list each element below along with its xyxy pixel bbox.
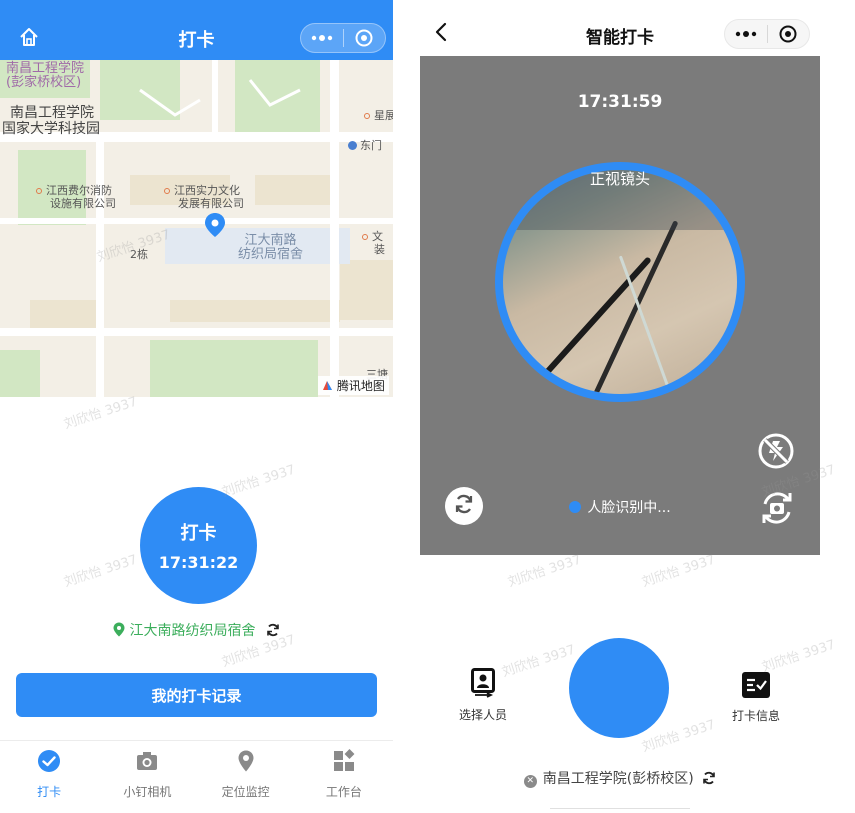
left-screen: 打卡 南昌工程学院 (彭家桥校区) 南昌工程学院 国家大学科技园 江西费尔消防 …: [0, 0, 393, 813]
tab-label: 定位监控: [221, 785, 270, 799]
more-icon[interactable]: [725, 20, 767, 48]
map-label-building: 2栋: [130, 248, 148, 261]
right-screen: 智能打卡 17:31:59 正视镜头 人脸识别中... 选择人员 打卡信息 ✕ …: [420, 0, 820, 813]
select-person-button[interactable]: 选择人员: [438, 668, 528, 723]
right-header: 智能打卡: [420, 0, 820, 56]
checkin-button[interactable]: 打卡 17:31:22: [140, 487, 257, 604]
miniprogram-capsule: [300, 23, 386, 53]
status-dot: [569, 501, 582, 513]
map-label-science-park: 国家大学科技园: [2, 121, 100, 137]
tab-checkin[interactable]: 打卡: [0, 741, 98, 813]
left-header: 打卡: [0, 0, 393, 60]
camera-preview-area: 17:31:59 正视镜头 人脸识别中...: [420, 56, 820, 555]
map-label-school: 南昌工程学院: [10, 105, 94, 121]
checklist-icon: [741, 672, 771, 703]
location-pin-icon: [113, 622, 125, 637]
map-poi-east-gate: 东门: [348, 139, 382, 152]
tab-label: 工作台: [325, 785, 362, 799]
close-target-icon[interactable]: [343, 24, 385, 52]
tab-camera[interactable]: 小钉相机: [98, 741, 196, 813]
map-label-dorm: 江大南路 纺织局宿舍: [238, 233, 304, 262]
checkin-info-label: 打卡信息: [731, 709, 780, 723]
tab-label: 小钉相机: [123, 785, 172, 799]
my-checkin-records-button[interactable]: 我的打卡记录: [16, 673, 377, 717]
tab-workbench[interactable]: 工作台: [295, 741, 393, 813]
flash-off-icon[interactable]: [756, 431, 796, 475]
map-view[interactable]: 南昌工程学院 (彭家桥校区) 南昌工程学院 国家大学科技园 江西费尔消防 设施有…: [0, 60, 393, 397]
more-icon[interactable]: [301, 24, 343, 52]
map-poi-star: 星展: [364, 109, 393, 122]
tab-location-monitor[interactable]: 定位监控: [197, 741, 295, 813]
camera-time: 17:31:59: [577, 92, 663, 112]
workbench-icon: [332, 749, 356, 777]
refresh-location-icon[interactable]: [698, 771, 716, 787]
location-pin-icon: [234, 749, 258, 777]
clear-location-icon[interactable]: ✕: [523, 775, 537, 788]
map-label-school-top: 南昌工程学院 (彭家桥校区): [6, 61, 85, 90]
current-location-pin-icon: [204, 212, 226, 242]
gate-icon: [348, 141, 357, 150]
capture-checkin-button[interactable]: [569, 638, 669, 738]
switch-camera-icon[interactable]: [757, 488, 797, 532]
camera-icon: [135, 749, 159, 777]
current-location: 江大南路纺织局宿舍: [0, 620, 393, 640]
checkin-info-button[interactable]: 打卡信息: [711, 671, 801, 724]
map-poi-fire-company: 江西费尔消防 设施有限公司: [36, 184, 116, 210]
poi-icon: [36, 188, 42, 194]
tab-label: 打卡: [37, 785, 62, 799]
check-circle-icon: [37, 749, 61, 777]
location-text: 南昌工程学院(彭桥校区): [542, 771, 694, 787]
bottom-tab-bar: 打卡 小钉相机 定位监控 工作台: [0, 740, 393, 813]
refresh-location-icon[interactable]: [266, 623, 280, 639]
poi-icon: [362, 234, 368, 240]
location-text: 江大南路纺织局宿舍: [129, 623, 256, 639]
camera-lens-label: 正视镜头: [589, 170, 650, 188]
tencent-map-icon: [323, 381, 332, 390]
checkin-label: 打卡: [180, 523, 217, 544]
close-target-icon[interactable]: [767, 20, 809, 48]
select-person-label: 选择人员: [458, 708, 507, 722]
divider: [550, 808, 690, 809]
poi-icon: [164, 188, 170, 194]
miniprogram-capsule: [724, 19, 810, 49]
map-provider-logo: 腾讯地图: [318, 376, 389, 395]
checkin-time: 17:31:22: [158, 553, 239, 572]
poi-icon: [364, 113, 370, 119]
map-poi-culture-company: 江西实力文化 发展有限公司: [164, 184, 244, 210]
face-capture-viewport: [495, 162, 745, 402]
person-badge-icon: [471, 668, 495, 702]
map-poi-wen: 文装: [362, 230, 385, 256]
camera-feed-detail: [618, 255, 691, 394]
current-location: ✕ 南昌工程学院(彭桥校区): [420, 768, 820, 788]
